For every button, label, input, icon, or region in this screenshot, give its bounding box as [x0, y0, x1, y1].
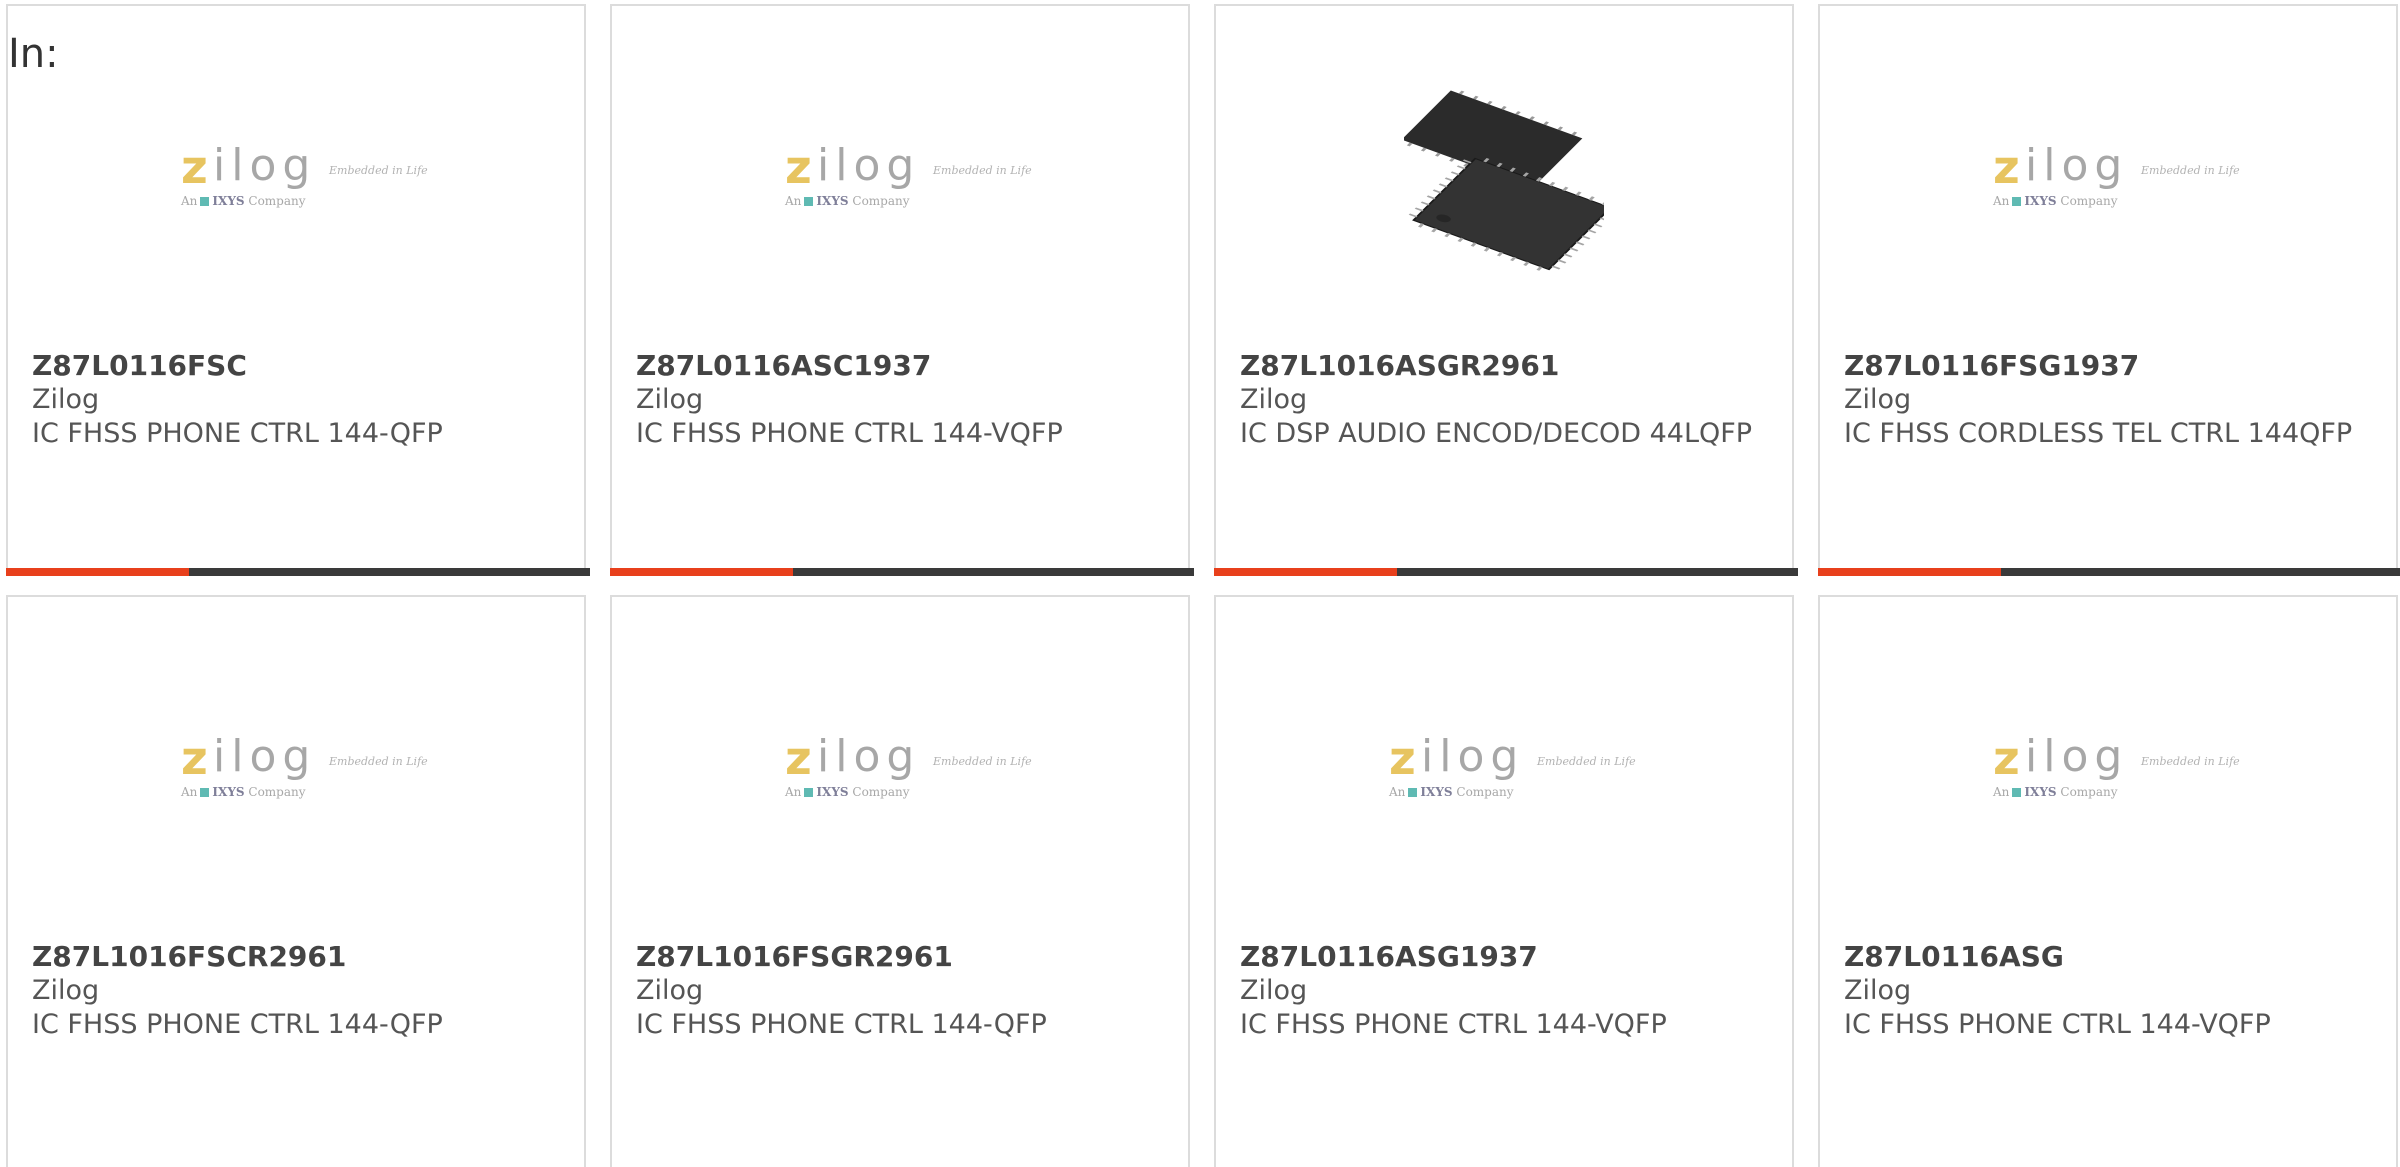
part-number[interactable]: Z87L0116FSG1937 [1844, 349, 2374, 383]
product-image: z ilog Embedded in Life An IXYS Company [8, 64, 584, 294]
product-card[interactable]: z ilog Embedded in Life An IXYS Company Z8… [6, 4, 590, 576]
card-bar-accent [1818, 568, 2001, 576]
card-bar-accent [1214, 568, 1397, 576]
card-bar [6, 568, 590, 576]
product-card[interactable]: z ilog Embedded in Life An IXYS Company Z8… [610, 4, 1194, 576]
description: IC FHSS PHONE CTRL 144-VQFP [636, 418, 1063, 449]
product-image: z ilog Embedded in Life An IXYS Company [8, 655, 584, 885]
manufacturer: Zilog [1844, 975, 1912, 1006]
part-number[interactable]: Z87L1016FSCR2961 [32, 940, 562, 974]
product-card[interactable]: z ilog Embedded in Life An IXYS Company Z8… [1214, 595, 1794, 1167]
part-number[interactable]: Z87L0116ASG [1844, 940, 2374, 974]
description: IC FHSS PHONE CTRL 144-QFP [32, 1009, 443, 1040]
manufacturer: Zilog [636, 384, 704, 415]
product-image: z ilog Embedded in Life An IXYS Company [1820, 655, 2396, 885]
card-bar [610, 568, 1194, 576]
card-bar-accent [6, 568, 189, 576]
manufacturer: Zilog [1240, 975, 1308, 1006]
zilog-logo: z ilog Embedded in Life An IXYS Company [181, 140, 428, 209]
description: IC FHSS CORDLESS TEL CTRL 144QFP [1844, 418, 2353, 449]
product-card[interactable]: z ilog Embedded in Life An IXYS Company Z8… [1818, 4, 2400, 576]
part-number[interactable]: Z87L0116FSC [32, 349, 562, 383]
product-image: z ilog Embedded in Life An IXYS Company [1216, 655, 1792, 885]
product-image: z ilog Embedded in Life An IXYS Company [612, 64, 1188, 294]
product-card[interactable]: Z87L1016ASGR2961 Zilog IC DSP AUDIO ENCO… [1214, 4, 1798, 576]
card-bar [1818, 568, 2400, 576]
part-number[interactable]: Z87L0116ASG1937 [1240, 940, 1770, 974]
description: IC FHSS PHONE CTRL 144-QFP [32, 418, 443, 449]
zilog-logo: z ilog Embedded in Life An IXYS Company [181, 731, 428, 800]
description: IC FHSS PHONE CTRL 144-VQFP [1844, 1009, 2271, 1040]
product-grid: z ilog Embedded in Life An IXYS Company Z8… [6, 4, 2400, 1167]
zilog-logo: z ilog Embedded in Life An IXYS Company [1389, 731, 1636, 800]
description: IC FHSS PHONE CTRL 144-QFP [636, 1009, 1047, 1040]
zilog-logo: z ilog Embedded in Life An IXYS Company [785, 140, 1032, 209]
part-number[interactable]: Z87L1016ASGR2961 [1240, 349, 1770, 383]
manufacturer: Zilog [32, 975, 100, 1006]
in-label: In: [8, 31, 59, 77]
zilog-logo: z ilog Embedded in Life An IXYS Company [1993, 731, 2240, 800]
zilog-logo: z ilog Embedded in Life An IXYS Company [785, 731, 1032, 800]
description: IC FHSS PHONE CTRL 144-VQFP [1240, 1009, 1667, 1040]
product-image [1216, 64, 1792, 294]
zilog-logo: z ilog Embedded in Life An IXYS Company [1993, 140, 2240, 209]
manufacturer: Zilog [1240, 384, 1308, 415]
part-number[interactable]: Z87L1016FSGR2961 [636, 940, 1166, 974]
card-bar-accent [610, 568, 793, 576]
part-number[interactable]: Z87L0116ASC1937 [636, 349, 1166, 383]
product-card[interactable]: z ilog Embedded in Life An IXYS Company Z8… [610, 595, 1190, 1167]
product-image: z ilog Embedded in Life An IXYS Company [612, 655, 1188, 885]
product-card[interactable]: z ilog Embedded in Life An IXYS Company Z8… [1818, 595, 2398, 1167]
qfp-chip-photo [1404, 90, 1604, 271]
manufacturer: Zilog [32, 384, 100, 415]
manufacturer: Zilog [1844, 384, 1912, 415]
product-image: z ilog Embedded in Life An IXYS Company [1820, 64, 2396, 294]
product-card[interactable]: z ilog Embedded in Life An IXYS Company Z8… [6, 595, 586, 1167]
card-bar [1214, 568, 1798, 576]
description: IC DSP AUDIO ENCOD/DECOD 44LQFP [1240, 418, 1753, 449]
manufacturer: Zilog [636, 975, 704, 1006]
